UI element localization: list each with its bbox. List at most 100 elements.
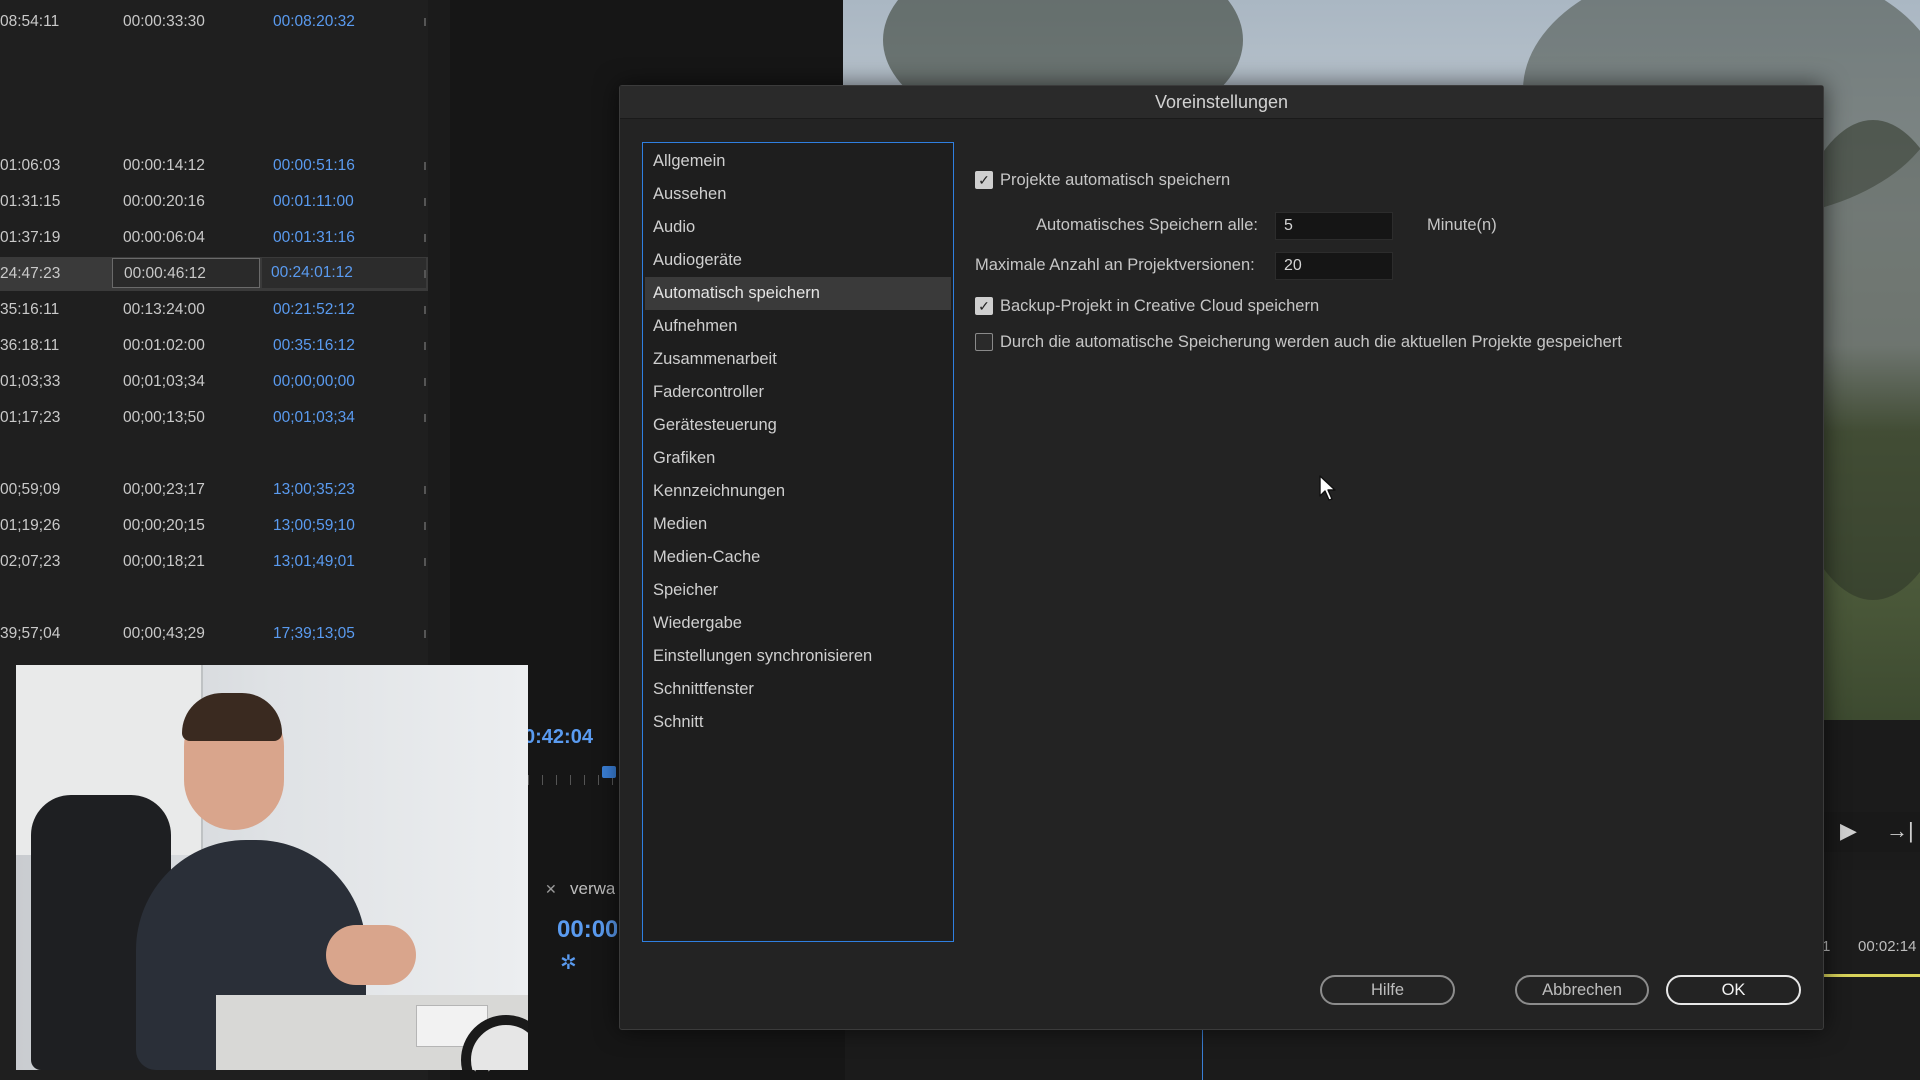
project-table-row[interactable]: 36:18:11 00:01:02:00 00:35:16:12: [0, 329, 428, 363]
media-end-cell: 08:54:11: [0, 13, 60, 30]
source-playhead[interactable]: [602, 766, 616, 778]
step-forward-icon[interactable]: ▶︎: [1840, 818, 1857, 844]
media-duration-cell: 00:13:24:00: [123, 301, 205, 318]
save-current-projects-row[interactable]: Durch die automatische Speicherung werde…: [975, 330, 1622, 354]
column-edge-marker: [424, 630, 426, 638]
category-item[interactable]: Aufnehmen: [645, 310, 951, 343]
video-in-point-cell: 00:35:16:12: [273, 337, 355, 354]
save-current-projects-checkbox[interactable]: [975, 333, 993, 351]
media-end-cell: 01:37:19: [0, 229, 61, 246]
column-edge-marker: [424, 414, 426, 422]
column-edge-marker: [424, 198, 426, 206]
auto-save-projects-row[interactable]: ✓ Projekte automatisch speichern: [975, 168, 1230, 192]
category-item[interactable]: Schnitt: [645, 706, 951, 739]
cancel-button[interactable]: Abbrechen: [1515, 975, 1649, 1005]
project-table-row[interactable]: 01;03;33 00;01;03;34 00;00;00;00: [0, 365, 428, 399]
category-item[interactable]: Medien-Cache: [645, 541, 951, 574]
video-in-point-cell: 17;39;13;05: [273, 625, 355, 642]
media-duration-cell: 00:00:06:04: [123, 229, 205, 246]
media-end-cell: 01;19;26: [0, 517, 61, 534]
category-item[interactable]: Audio: [645, 211, 951, 244]
source-timecode: 0:42:04: [524, 726, 593, 748]
category-item[interactable]: Allgemein: [645, 145, 951, 178]
help-button[interactable]: Hilfe: [1320, 975, 1455, 1005]
project-table-row[interactable]: 01;17;23 00;00;13;50 00;01;03;34: [0, 401, 428, 435]
project-table-row[interactable]: 00;59;09 00;00;23;17 13;00;35;23: [0, 473, 428, 507]
media-duration-cell: 00:00:33:30: [123, 13, 205, 30]
mouse-cursor-icon: [1319, 475, 1336, 501]
category-item[interactable]: Gerätesteuerung: [645, 409, 951, 442]
column-edge-marker: [424, 234, 426, 242]
timeline-playhead-line: [1202, 1030, 1203, 1080]
ok-button[interactable]: OK: [1666, 975, 1801, 1005]
column-edge-marker: [424, 558, 426, 566]
category-item[interactable]: Einstellungen synchronisieren: [645, 640, 951, 673]
project-table-row[interactable]: 01:37:19 00:00:06:04 00:01:31:16: [0, 221, 428, 255]
category-item[interactable]: Fadercontroller: [645, 376, 951, 409]
column-edge-marker: [424, 270, 426, 278]
video-in-point-cell: 00:08:20:32: [273, 13, 355, 30]
video-in-point-cell: 00:21:52:12: [273, 301, 355, 318]
category-item[interactable]: Grafiken: [645, 442, 951, 475]
video-in-point-cell: 00:01:11:00: [273, 193, 354, 210]
category-item[interactable]: Schnittfenster: [645, 673, 951, 706]
program-controls: ▶︎ →|: [1820, 812, 1920, 852]
auto-save-interval-label: Automatisches Speichern alle:: [1036, 216, 1258, 234]
snap-icon[interactable]: ✲: [560, 950, 577, 975]
video-in-point-cell: 00:00:51:16: [273, 157, 355, 174]
project-table-row[interactable]: 39;57;04 00;00;43;29 17;39;13;05: [0, 617, 428, 651]
category-list: Allgemein Aussehen Audio Audiogeräte Automat…: [642, 142, 954, 942]
settings-pane: ✓ Projekte automatisch speichern Automat…: [975, 142, 1805, 442]
media-end-cell: 02;07;23: [0, 553, 61, 570]
project-table-row[interactable]: 35:16:11 00:13:24:00 00:21:52:12: [0, 293, 428, 327]
category-item[interactable]: Audiogeräte: [645, 244, 951, 277]
category-item[interactable]: Wiedergabe: [645, 607, 951, 640]
media-duration-cell: 00;00;13;50: [123, 409, 205, 426]
project-table-row[interactable]: 01:31:15 00:00:20:16 00:01:11:00: [0, 185, 428, 219]
work-area-bar: [1822, 974, 1920, 977]
column-edge-marker: [424, 162, 426, 170]
media-end-cell: 01:06:03: [0, 157, 61, 174]
column-edge-marker: [424, 486, 426, 494]
media-duration-cell: 00:00:14:12: [123, 157, 205, 174]
video-in-point-cell: 13;00;59;10: [273, 517, 355, 534]
video-in-point-cell: 00;00;00;00: [273, 373, 355, 390]
media-end-cell: 39;57;04: [0, 625, 61, 642]
column-edge-marker: [424, 522, 426, 530]
project-table-row[interactable]: 24:47:23 00:00:46:12 00:24:01:12: [0, 257, 428, 291]
max-versions-input[interactable]: [1275, 252, 1393, 280]
media-end-cell: 35:16:11: [0, 301, 60, 318]
category-item[interactable]: Speicher: [645, 574, 951, 607]
video-in-point-cell: 13;00;35;23: [273, 481, 355, 498]
project-table-row[interactable]: 01;19;26 00;00;20;15 13;00;59;10: [0, 509, 428, 543]
category-item[interactable]: Kennzeichnungen: [645, 475, 951, 508]
backup-creative-cloud-checkbox[interactable]: ✓: [975, 297, 993, 315]
category-item[interactable]: Zusammenarbeit: [645, 343, 951, 376]
media-end-cell: 01;03;33: [0, 373, 61, 390]
project-table-row[interactable]: 02;07;23 00;00;18;21 13;01;49;01: [0, 545, 428, 579]
media-duration-cell: 00;01;03;34: [123, 373, 205, 390]
timeline-tab-label[interactable]: verwa: [570, 879, 615, 899]
save-current-projects-label: Durch die automatische Speicherung werde…: [1000, 332, 1622, 351]
backup-creative-cloud-row[interactable]: ✓ Backup-Projekt in Creative Cloud speic…: [975, 294, 1319, 318]
auto-save-projects-checkbox[interactable]: ✓: [975, 171, 993, 189]
media-duration-cell: 00;00;20;15: [123, 517, 205, 534]
backup-creative-cloud-label: Backup-Projekt in Creative Cloud speiche…: [1000, 296, 1320, 315]
media-end-cell: 01:31:15: [0, 193, 61, 210]
media-end-cell: 36:18:11: [0, 337, 60, 354]
category-item[interactable]: Automatisch speichern: [645, 277, 951, 310]
auto-save-interval-input[interactable]: [1275, 212, 1393, 240]
media-duration-cell: 00:01:02:00: [123, 337, 205, 354]
project-table-row[interactable]: 08:54:11 00:00:33:30 00:08:20:32: [0, 5, 428, 39]
category-item[interactable]: Aussehen: [645, 178, 951, 211]
video-in-point-cell: 00;01;03;34: [273, 409, 355, 426]
media-duration-cell: 00;00;43;29: [123, 625, 205, 642]
media-duration-cell: 00:00:46:12: [112, 258, 260, 288]
dialog-title: Voreinstellungen: [620, 86, 1823, 119]
max-versions-label: Maximale Anzahl an Projektversionen:: [975, 256, 1255, 274]
project-table-row[interactable]: 01:06:03 00:00:14:12 00:00:51:16: [0, 149, 428, 183]
video-in-point-cell: 00:01:31:16: [273, 229, 355, 246]
category-item[interactable]: Medien: [645, 508, 951, 541]
close-icon[interactable]: ✕: [545, 881, 557, 898]
go-to-out-icon[interactable]: →|: [1886, 818, 1914, 844]
